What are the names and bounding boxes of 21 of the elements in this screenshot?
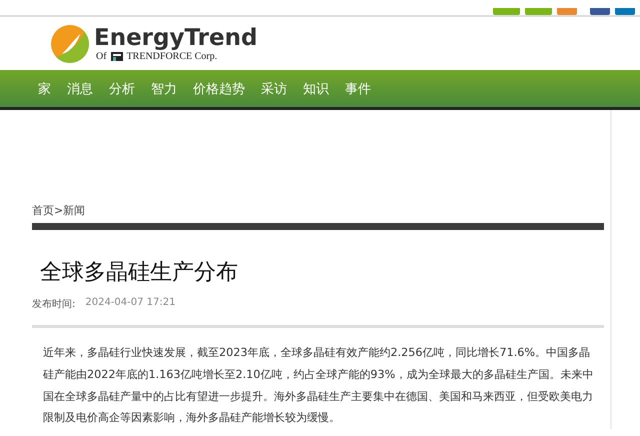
nav-link[interactable]: 分析 [109,80,135,98]
article-body: 近年来，多晶硅行业快速发展，截至2023年底，全球多晶硅有效产能约2.256亿吨，同比增长71.6%。中国多晶硅产能由2022年底的1.163亿吨增长至2.10亿吨，约占全球产能的93%，成为全球最大的多晶硅生产国。未来中国在全球多晶硅产量中的占比有望进一步提升。海外多晶硅生产主要集中在德国、美国和马来西亚，但受欧美电力限制及电价高企等因素影响，海外多晶硅产能增长较为缓慢。 [43,345,594,426]
nav-link[interactable]: 价格趋势 [193,80,245,98]
nav-link[interactable]: 采访 [261,80,287,98]
publish-date: 2024-04-07 17:21 [85,297,176,310]
brand-name: EnergyTrend [94,25,258,51]
rss-icon[interactable] [557,8,577,15]
facebook-icon[interactable] [590,8,610,15]
nav-link[interactable]: 事件 [345,80,371,98]
tagline-prefix: Of [96,51,107,62]
date-label: 发布时间: [32,298,76,311]
breadcrumb: 首页>新闻 [32,203,86,218]
nav-link[interactable]: 消息 [67,80,93,98]
trendforce-logo-icon [110,52,123,61]
nav-link[interactable]: 家 [38,80,51,98]
linkedin-icon[interactable] [615,8,635,15]
nav-link[interactable]: 知识 [303,80,329,98]
tagline-company: TRENDFORCE Corp. [126,51,218,62]
logo-icon [50,24,90,64]
nav-link[interactable]: 智力 [151,80,177,98]
article-title: 全球多晶硅生产分布 [40,259,239,287]
